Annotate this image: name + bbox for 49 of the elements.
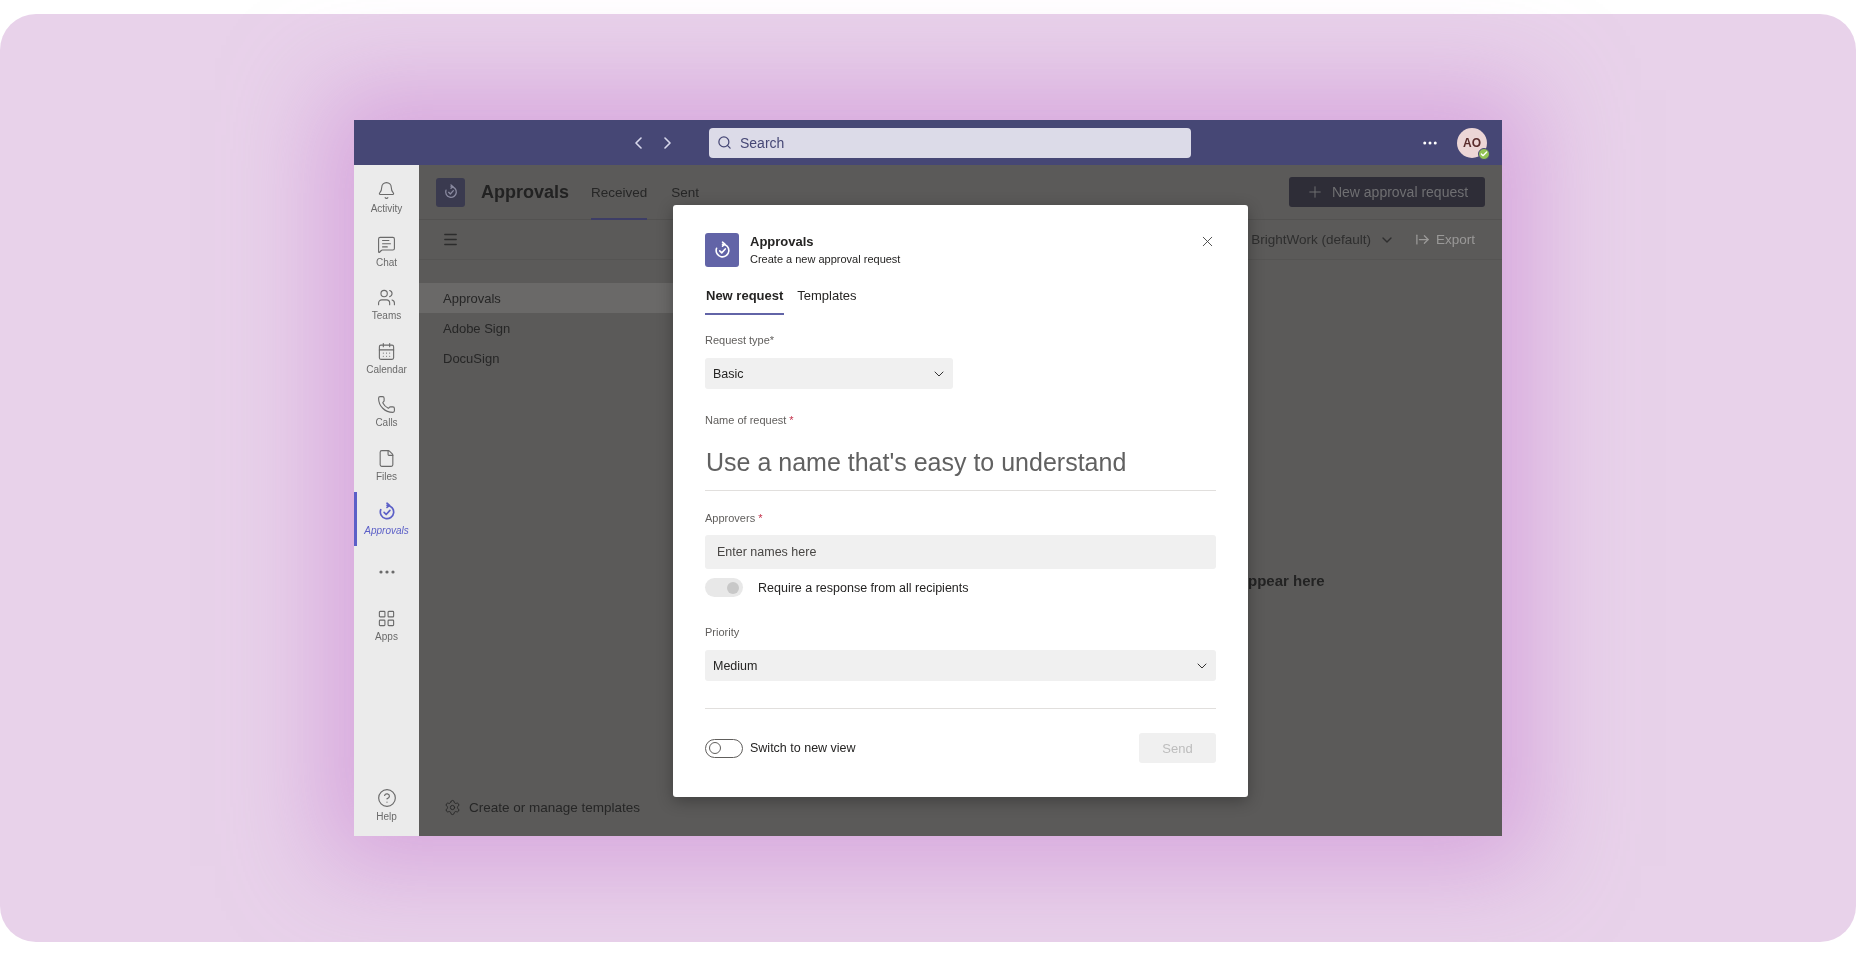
rail-item[interactable]: Files: [354, 438, 419, 492]
tab[interactable]: Templates: [796, 280, 858, 315]
rail-item[interactable]: Teams: [354, 278, 419, 332]
new-request-button[interactable]: New approval request: [1289, 177, 1485, 207]
search-input[interactable]: Search: [738, 133, 1183, 152]
required-mark: *: [758, 512, 763, 524]
export-icon: [1414, 232, 1430, 247]
toggle-label: Require a response from all recipients: [758, 580, 969, 595]
menu-icon[interactable]: [442, 231, 459, 248]
request-type-dropdown[interactable]: Basic: [705, 358, 953, 389]
field-label: Approvers: [705, 512, 756, 524]
phone-icon: [377, 395, 396, 415]
app-title: Approvals: [481, 181, 570, 203]
help-icon: [376, 788, 397, 809]
chevron-right-icon: [664, 136, 671, 149]
dialog-title: Approvals: [750, 234, 815, 249]
calendar-icon: [377, 341, 396, 361]
people-icon: [377, 288, 396, 308]
field-label: Request type*: [705, 334, 776, 346]
chevron-left-icon: [635, 136, 642, 149]
field-label: Name of request: [705, 414, 787, 426]
rail-item[interactable]: Apps: [354, 599, 419, 653]
field-label: Priority: [705, 626, 741, 638]
grid-icon: [377, 609, 396, 629]
export-button[interactable]: Export: [1414, 232, 1475, 247]
gear-icon: [444, 799, 461, 816]
required-mark: *: [789, 414, 794, 426]
rail-item[interactable]: Calls: [354, 385, 419, 439]
approvers-input[interactable]: Enter names here: [705, 535, 1216, 569]
rail-item[interactable]: Calendar: [354, 331, 419, 385]
approval-glyph-icon: [442, 184, 459, 200]
empty-state-text: ppear here: [1248, 572, 1325, 589]
search-icon: [717, 135, 732, 150]
toggle-switch[interactable]: [705, 738, 743, 758]
chat-bubble-icon: [377, 234, 396, 254]
search-field[interactable]: Search: [709, 127, 1191, 158]
avatar[interactable]: AO: [1457, 127, 1487, 158]
file-icon: [377, 448, 396, 468]
help-button[interactable]: Help: [354, 778, 419, 832]
tab[interactable]: New request: [705, 280, 785, 315]
approval-glyph-icon: [712, 240, 732, 260]
priority-dropdown[interactable]: Medium: [705, 650, 1216, 681]
bell-icon: [377, 181, 396, 201]
dialog-subtitle: Create a new approval request: [750, 253, 901, 265]
more-icon: [378, 570, 395, 575]
rail-item[interactable]: Chat: [354, 224, 419, 278]
status-icon: [1478, 147, 1490, 160]
rail-item[interactable]: Activity: [354, 171, 419, 225]
toggle-label: Switch to new view: [750, 741, 856, 755]
